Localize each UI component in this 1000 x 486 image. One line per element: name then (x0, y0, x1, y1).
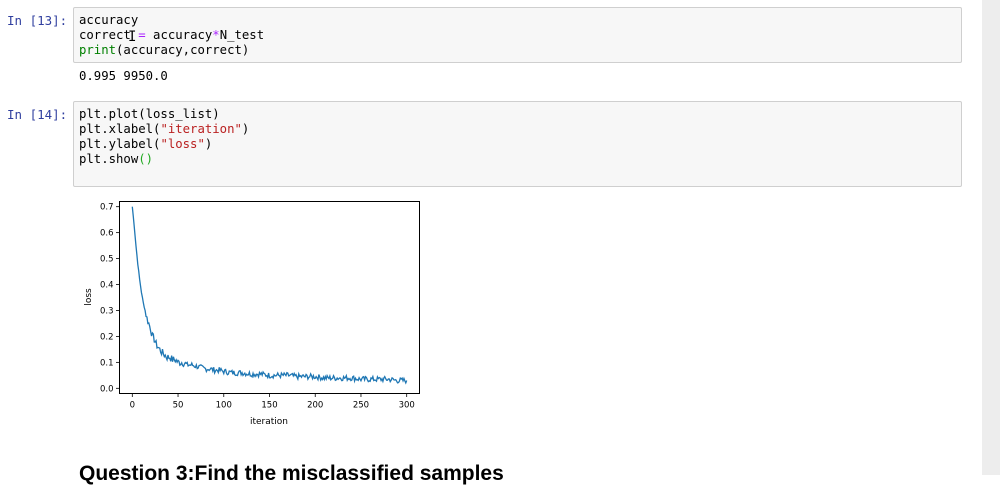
x-tick-label: 300 (399, 401, 415, 411)
code-line: plt.plot(loss_list) (79, 107, 220, 121)
cell-14-code-editor[interactable]: plt.plot(loss_list) plt.xlabel("iteratio… (73, 101, 962, 187)
code-token: plt.xlabel( (79, 122, 161, 136)
x-axis-label: iteration (250, 417, 288, 427)
y-tick-label: 0.6 (100, 229, 114, 239)
x-tick-label: 0 (130, 401, 135, 411)
cell-13-prompt: In [13]: (7, 13, 68, 28)
y-tick-label: 0.5 (100, 255, 114, 265)
code-token: accuracy (153, 28, 213, 42)
code-token: correct (79, 28, 131, 42)
y-tick-label: 0.3 (100, 306, 114, 316)
loss-chart: 0 50 100 150 200 250 300 0.0 0.1 0.2 0.3 0.4 0.5 0.6… (84, 201, 420, 427)
code-token: plt.ylabel( (79, 137, 161, 151)
y-axis-label: loss (84, 288, 94, 306)
x-tick-label: 100 (216, 401, 232, 411)
code-token: "iteration" (160, 122, 242, 136)
y-tick-label: 0.4 (100, 281, 114, 291)
section-heading: Question 3:Find the misclassified sample… (79, 462, 504, 485)
x-axis: 0 50 100 150 200 250 300 (130, 393, 415, 411)
text-cursor-icon: I (128, 29, 137, 45)
plot-frame (119, 201, 420, 394)
cell-14-code[interactable]: plt.plot(loss_list) plt.xlabel("iteratio… (74, 102, 961, 167)
code-token: * (212, 28, 220, 42)
code-token: ) (241, 122, 250, 136)
code-token: "loss" (160, 137, 205, 151)
y-tick-label: 0.1 (100, 358, 114, 368)
x-tick-label: 250 (353, 401, 369, 411)
y-axis: 0.0 0.1 0.2 0.3 0.4 0.5 0.6 0.7 (100, 203, 120, 394)
x-tick-label: 200 (307, 401, 323, 411)
notebook-page: In [13]: accuracy correct = accuracy*N_t… (0, 0, 982, 485)
y-tick-label: 0.2 (100, 332, 114, 342)
code-line: accuracy (79, 13, 139, 27)
code-token: plt.show (79, 152, 139, 166)
code-token: (accuracy,correct) (116, 43, 250, 57)
code-token: N_test (219, 28, 265, 42)
y-tick-label: 0.7 (100, 203, 114, 213)
code-token: ) (204, 137, 213, 151)
x-tick-label: 50 (173, 401, 184, 411)
y-tick-label: 0.0 (100, 384, 114, 394)
vertical-scrollbar[interactable] (982, 0, 1000, 475)
x-tick-label: 150 (261, 401, 277, 411)
cell-13-output: 0.995 9950.0 (79, 69, 168, 83)
cell-13-code[interactable]: accuracy correct = accuracy*N_test print… (74, 8, 961, 58)
cell-13-code-editor[interactable]: accuracy correct = accuracy*N_test print… (73, 7, 962, 63)
code-token: () (138, 152, 154, 166)
code-token: print (79, 43, 117, 57)
cell-14-prompt: In [14]: (7, 107, 68, 122)
